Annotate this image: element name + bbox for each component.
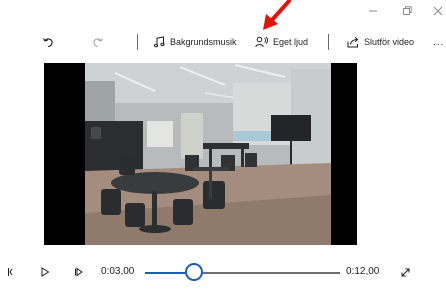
toolbar-divider (328, 34, 329, 50)
background-music-button[interactable]: Bakgrundsmusik (154, 30, 237, 54)
step-back-icon (8, 268, 13, 276)
more-options-button[interactable]: ... (433, 30, 444, 54)
custom-audio-icon (255, 36, 268, 48)
close-button[interactable] (433, 6, 443, 16)
editor-toolbar: Bakgrundsmusik Eget ljud Slutför video .… (0, 30, 446, 56)
classroom-video-frame (85, 63, 331, 245)
current-time: 0:03,00 (101, 266, 135, 277)
finish-video-label: Slutför video (364, 37, 415, 47)
undo-icon (43, 38, 53, 48)
play-button[interactable] (38, 265, 52, 279)
previous-frame-button[interactable] (6, 265, 14, 279)
next-frame-button[interactable] (72, 265, 86, 279)
toolbar-divider (137, 34, 138, 50)
playback-controls: 0:03,00 0:12,00 (0, 258, 446, 286)
minimize-icon (369, 10, 377, 12)
play-icon (41, 267, 50, 277)
more-options-label: ... (433, 36, 445, 48)
redo-button[interactable] (92, 30, 104, 54)
total-time: 0:12,00 (346, 266, 380, 277)
restore-button[interactable] (402, 6, 412, 16)
finish-video-button[interactable]: Slutför video (347, 30, 414, 54)
restore-icon (403, 6, 412, 15)
background-music-label: Bakgrundsmusik (170, 37, 237, 47)
share-export-icon (347, 36, 359, 48)
custom-audio-button[interactable]: Eget ljud (255, 30, 308, 54)
music-note-icon (154, 36, 165, 48)
seek-slider[interactable] (145, 258, 340, 286)
annotation-arrow (263, 0, 291, 30)
expand-icon (401, 268, 409, 276)
step-forward-icon (75, 267, 83, 277)
video-preview[interactable] (44, 63, 357, 245)
redo-icon (93, 38, 103, 48)
seek-thumb[interactable] (185, 263, 203, 281)
custom-audio-label: Eget ljud (273, 37, 309, 47)
close-icon (433, 6, 443, 16)
fullscreen-button[interactable] (398, 265, 412, 279)
seek-track-remaining (194, 272, 340, 274)
minimize-button[interactable] (368, 6, 378, 16)
undo-button[interactable] (42, 30, 54, 54)
